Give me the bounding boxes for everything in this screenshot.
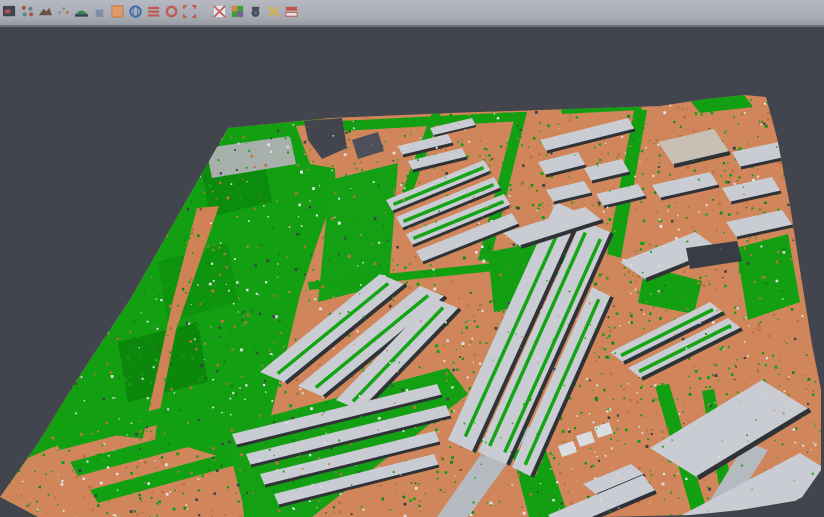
panel-view-icon[interactable] — [92, 4, 107, 19]
terrain-mountain-icon[interactable] — [38, 4, 53, 19]
delete-cross-icon[interactable] — [266, 4, 281, 19]
selection-brackets-icon[interactable] — [182, 4, 197, 19]
globe-project-icon[interactable] — [128, 4, 143, 19]
registration-points-icon[interactable] — [20, 4, 35, 19]
toolbar — [0, 0, 824, 27]
layers-stack-icon[interactable] — [284, 4, 299, 19]
classified-map-icon[interactable] — [230, 4, 245, 19]
ortho-tile-icon[interactable] — [110, 4, 125, 19]
viewport-3d[interactable] — [0, 0, 824, 517]
raster-grid-icon[interactable] — [212, 4, 227, 19]
point-cloud-render — [0, 0, 824, 517]
camera-sphere-icon[interactable] — [248, 4, 263, 19]
dtm-surface-icon[interactable] — [74, 4, 89, 19]
ring-target-icon[interactable] — [164, 4, 179, 19]
point-cloud-icon[interactable] — [56, 4, 71, 19]
open-project-icon[interactable] — [2, 4, 17, 19]
list-red-icon[interactable] — [146, 4, 161, 19]
application-window — [0, 0, 824, 517]
